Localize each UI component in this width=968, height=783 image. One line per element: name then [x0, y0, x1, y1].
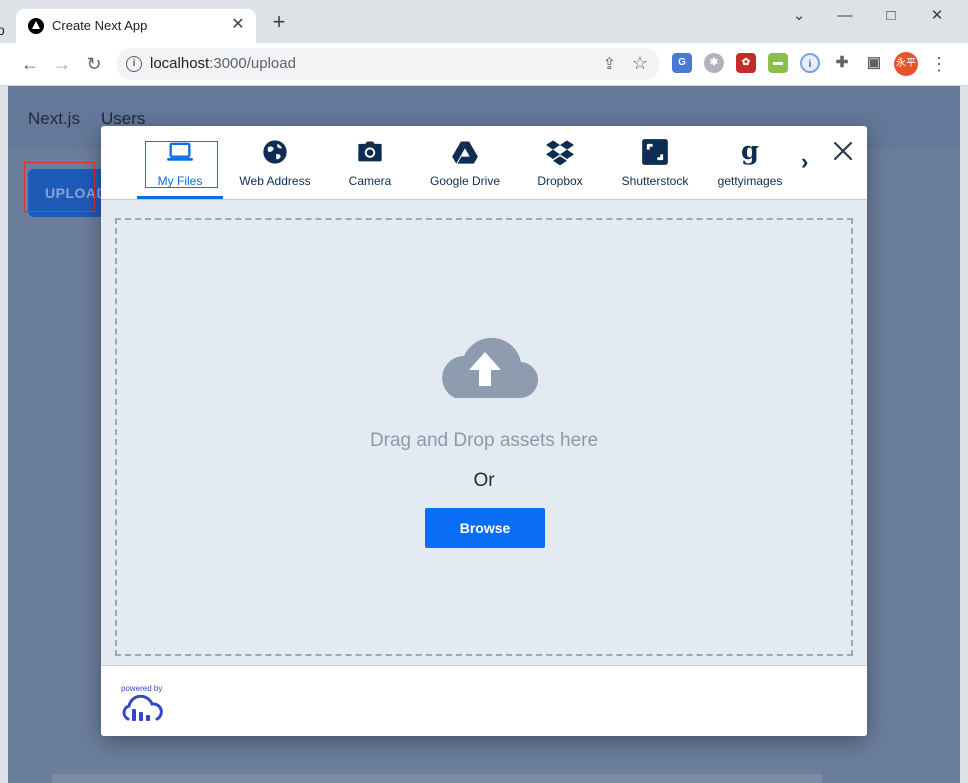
forward-button[interactable]: →: [49, 51, 75, 77]
globe-icon: [263, 140, 287, 164]
browse-button[interactable]: Browse: [425, 508, 545, 548]
site-info-icon[interactable]: i: [126, 56, 142, 72]
cloud-upload-icon: [442, 337, 539, 399]
powered-by-label: powered by: [121, 684, 163, 693]
extensions-puzzle-icon[interactable]: ✚: [832, 53, 852, 73]
tab-strip: o Create Next App ✕ + ⌄ — □ ✕: [0, 0, 968, 43]
tab-search-button[interactable]: ⌄: [782, 4, 816, 28]
upload-widget-modal: My Files Web Address Camera Google Drive…: [101, 126, 867, 736]
tab-label: Shutterstock: [621, 174, 689, 188]
tab-label: gettyimages: [717, 174, 783, 188]
url-host: localhost: [150, 55, 210, 72]
dropbox-icon: [546, 140, 574, 166]
drag-drop-zone[interactable]: Drag and Drop assets here Or Browse: [115, 218, 853, 656]
edge-glyph: o: [0, 22, 5, 38]
browser-window: o Create Next App ✕ + ⌄ — □ ✕ ← → ↻ i lo…: [0, 0, 968, 783]
settings-extension-icon[interactable]: ✱: [704, 53, 724, 73]
highlight-box-upload: [24, 162, 95, 212]
nextjs-favicon-icon: [28, 18, 44, 34]
tab-label: Google Drive: [429, 174, 501, 188]
url-path: :3000/upload: [209, 55, 296, 72]
dropzone-area: Drag and Drop assets here Or Browse: [101, 200, 867, 666]
blue-extension-icon[interactable]: i: [800, 53, 820, 73]
or-text: Or: [473, 470, 495, 491]
tab-title: Create Next App: [52, 18, 148, 33]
address-bar[interactable]: i localhost:3000/upload ⇪ ☆: [116, 48, 660, 80]
new-tab-button[interactable]: +: [268, 11, 290, 34]
svg-text:g: g: [741, 138, 759, 166]
tab-google-drive[interactable]: Google Drive: [422, 126, 508, 199]
menu-kebab-icon[interactable]: ⋮: [926, 51, 952, 77]
highlight-box-my-files: [145, 141, 218, 188]
profile-avatar[interactable]: 永平: [894, 52, 918, 76]
reload-button[interactable]: ↻: [81, 51, 107, 77]
widget-footer: powered by: [101, 666, 867, 736]
url-text[interactable]: localhost:3000/upload: [150, 55, 296, 72]
red-extension-icon[interactable]: ✿: [736, 53, 756, 73]
shutterstock-icon: [642, 139, 668, 165]
bookmark-star-icon[interactable]: ☆: [632, 53, 648, 74]
cloudinary-logo-icon[interactable]: [120, 695, 164, 723]
back-button[interactable]: ←: [17, 51, 43, 77]
browser-tab[interactable]: Create Next App ✕: [16, 9, 256, 43]
tab-label: Dropbox: [537, 174, 583, 188]
tab-web-address[interactable]: Web Address: [232, 126, 318, 199]
tab-dropbox[interactable]: Dropbox: [517, 126, 603, 199]
browser-toolbar: ← → ↻ i localhost:3000/upload ⇪ ☆ G ✱ ✿ …: [0, 43, 968, 86]
tabs-next-chevron-icon[interactable]: ›: [801, 150, 821, 174]
tab-label: Web Address: [239, 174, 311, 188]
tab-camera[interactable]: Camera: [327, 126, 413, 199]
nav-brand-link[interactable]: Next.js: [28, 109, 80, 129]
share-icon[interactable]: ⇪: [603, 54, 616, 74]
close-icon[interactable]: [831, 139, 855, 163]
maximize-button[interactable]: □: [874, 4, 908, 28]
tab-gettyimages[interactable]: g gettyimages: [707, 126, 793, 199]
page-bottom-bar: [52, 774, 822, 783]
drag-drop-text: Drag and Drop assets here: [369, 430, 599, 451]
green-extension-icon[interactable]: ▬: [768, 53, 788, 73]
tab-shutterstock[interactable]: Shutterstock: [612, 126, 698, 199]
tab-close-icon[interactable]: ✕: [228, 15, 248, 35]
gettyimages-icon: g: [741, 138, 759, 166]
google-drive-icon: [452, 141, 478, 164]
close-window-button[interactable]: ✕: [920, 4, 954, 28]
side-panel-icon[interactable]: ▣: [864, 53, 884, 73]
tab-label: Camera: [348, 174, 392, 188]
translate-extension-icon[interactable]: G: [672, 53, 692, 73]
camera-icon: [358, 141, 382, 162]
minimize-button[interactable]: —: [828, 4, 862, 28]
